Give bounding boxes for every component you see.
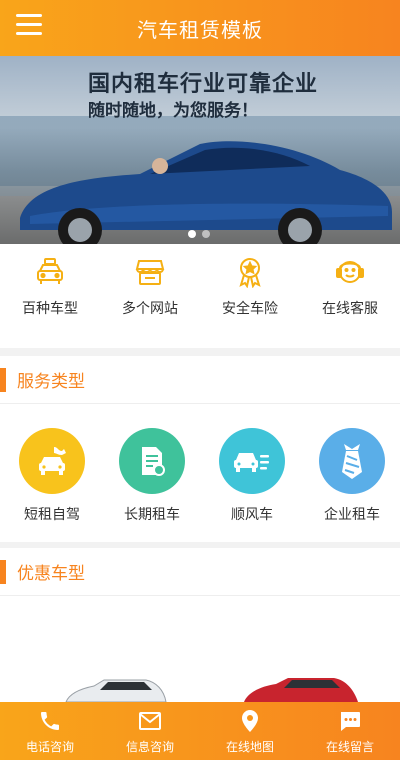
section-accent-bar bbox=[0, 559, 6, 584]
discount-cars-section: 优惠车型 bbox=[0, 548, 400, 702]
convertible-car-image bbox=[20, 141, 392, 244]
quick-link-label: 百种车型 bbox=[22, 301, 78, 317]
car-image-red[interactable] bbox=[240, 676, 360, 702]
tie-icon bbox=[342, 444, 362, 479]
service-icon-circle bbox=[219, 428, 285, 494]
services-section: 服务类型 短租自驾 长期租车 顺风车 企业租车 bbox=[0, 356, 400, 542]
map-pin-icon bbox=[242, 710, 258, 732]
section-header: 服务类型 bbox=[0, 356, 400, 404]
taxi-icon bbox=[37, 258, 63, 284]
quick-link-label: 在线客服 bbox=[322, 301, 378, 317]
quick-link-label: 安全车险 bbox=[222, 301, 278, 317]
section-title: 优惠车型 bbox=[17, 564, 85, 584]
service-long-rental[interactable]: 长期租车 bbox=[104, 428, 200, 524]
car-image-white[interactable] bbox=[60, 678, 170, 702]
service-icon-circle bbox=[319, 428, 385, 494]
nav-label: 在线留言 bbox=[325, 740, 374, 754]
nav-label: 在线地图 bbox=[225, 740, 274, 754]
section-title: 服务类型 bbox=[17, 372, 85, 392]
phone-icon bbox=[41, 712, 59, 730]
service-icon-circle bbox=[19, 428, 85, 494]
hero-banner[interactable]: 国内租车行业可靠企业 随时随地，为您服务！ bbox=[0, 56, 400, 244]
carousel-dot[interactable] bbox=[202, 230, 210, 238]
service-short-rental[interactable]: 短租自驾 bbox=[4, 428, 100, 524]
quick-link-stores[interactable]: 多个网站 bbox=[100, 244, 200, 348]
section-accent-bar bbox=[0, 367, 6, 392]
service-label: 长期租车 bbox=[124, 507, 180, 523]
car-wash-icon bbox=[39, 447, 66, 475]
chat-icon bbox=[341, 712, 360, 731]
banner-subline: 随时随地，为您服务！ bbox=[88, 101, 258, 121]
section-header: 优惠车型 bbox=[0, 548, 400, 596]
menu-icon[interactable] bbox=[16, 14, 42, 36]
medal-icon bbox=[239, 258, 261, 288]
service-icon-circle bbox=[119, 428, 185, 494]
service-ride-share[interactable]: 顺风车 bbox=[204, 428, 300, 524]
banner-headline: 国内租车行业可靠企业 bbox=[88, 72, 319, 97]
service-label: 短租自驾 bbox=[24, 507, 80, 523]
top-bar: 汽车租赁模板 bbox=[0, 0, 400, 56]
service-label: 企业租车 bbox=[324, 507, 380, 523]
nav-label: 电话咨询 bbox=[25, 740, 74, 754]
page-title: 汽车租赁模板 bbox=[137, 17, 263, 42]
car-speed-icon bbox=[234, 453, 269, 472]
service-label: 顺风车 bbox=[231, 507, 273, 523]
service-corporate-rental[interactable]: 企业租车 bbox=[304, 428, 400, 524]
quick-links: 百种车型 多个网站 安全车险 在线客服 bbox=[0, 244, 400, 348]
quick-link-support[interactable]: 在线客服 bbox=[300, 244, 400, 348]
contract-icon bbox=[142, 447, 165, 476]
nav-message-consult[interactable]: 信息咨询 bbox=[100, 702, 200, 760]
quick-link-insurance[interactable]: 安全车险 bbox=[200, 244, 300, 348]
quick-link-label: 多个网站 bbox=[122, 301, 178, 317]
store-icon bbox=[135, 260, 165, 285]
bottom-nav: 电话咨询 信息咨询 在线地图 在线留言 bbox=[0, 702, 400, 760]
carousel-dot[interactable] bbox=[188, 230, 196, 238]
nav-online-map[interactable]: 在线地图 bbox=[200, 702, 300, 760]
nav-online-message[interactable]: 在线留言 bbox=[300, 702, 400, 760]
quick-link-car-models[interactable]: 百种车型 bbox=[0, 244, 100, 348]
nav-phone-consult[interactable]: 电话咨询 bbox=[0, 702, 100, 760]
mail-icon bbox=[139, 712, 161, 730]
headset-icon bbox=[336, 261, 364, 283]
nav-label: 信息咨询 bbox=[125, 740, 174, 754]
carousel-dots bbox=[188, 230, 210, 238]
